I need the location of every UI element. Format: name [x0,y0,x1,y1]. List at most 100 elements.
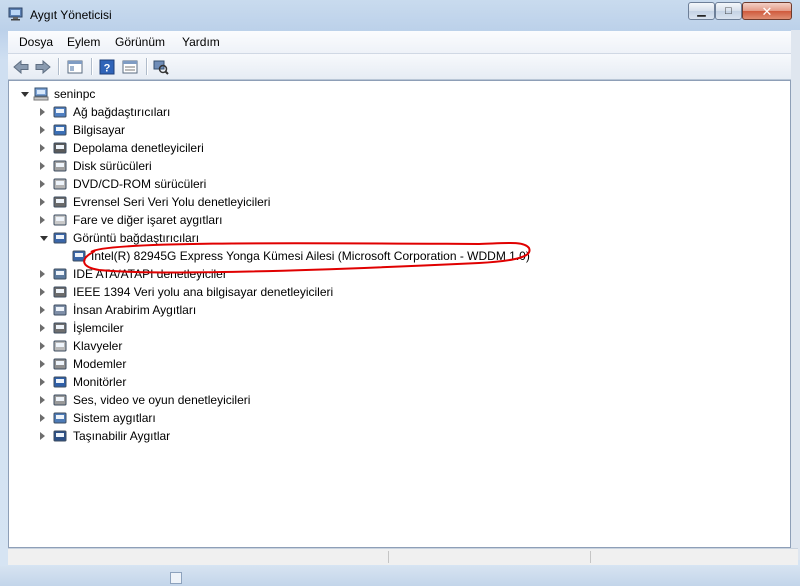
toolbar: ? [8,54,798,80]
display-device-icon [71,248,87,264]
expand-arrow-icon[interactable] [40,396,45,404]
window-edge-scrollbar [791,30,800,560]
minimize-button[interactable]: ▁ [688,2,715,20]
tree-category[interactable]: Ses, video ve oyun denetleyicileri [9,391,789,409]
menu-file[interactable]: Dosya [19,35,53,49]
expand-arrow-icon[interactable] [40,270,45,278]
device-manager-app-icon [8,7,24,21]
tree-category-label: DVD/CD-ROM sürücüleri [73,177,207,191]
device-tree[interactable]: seninpc Ağ bağdaştırıcıları Bilgisayar Depo… [8,80,791,548]
tree-category-label: Fare ve diğer işaret aygıtları [73,213,223,227]
expand-arrow-icon[interactable] [40,360,45,368]
toolbar-separator [91,58,93,75]
hid-icon [52,302,68,318]
close-icon: ✕ [761,3,773,19]
tree-category[interactable]: Ağ bağdaştırıcıları [9,103,789,121]
device-manager-window: Aygıt Yöneticisi ▁ □ ✕ Dosya Eylem Görün… [0,0,800,586]
tree-category[interactable]: Depolama denetleyicileri [9,139,789,157]
sound-icon [52,392,68,408]
monitor-icon [52,374,68,390]
tree-category-label: Ses, video ve oyun denetleyicileri [73,393,251,407]
console-tree-icon[interactable] [65,57,85,76]
tree-category[interactable]: İnsan Arabirim Aygıtları [9,301,789,319]
expand-arrow-icon[interactable] [40,144,45,152]
collapse-arrow-icon[interactable] [21,92,29,97]
tree-category-label: IDE ATA/ATAPI denetleyiciler [73,267,227,281]
tree-category[interactable]: Taşınabilir Aygıtlar [9,427,789,445]
processor-icon [52,320,68,336]
keyboard-icon [52,338,68,354]
expand-arrow-icon[interactable] [40,432,45,440]
back-icon[interactable] [11,57,31,76]
expand-arrow-icon[interactable] [40,288,45,296]
tree-category[interactable]: IDE ATA/ATAPI denetleyiciler [9,265,789,283]
title-bar[interactable]: Aygıt Yöneticisi ▁ □ ✕ [0,0,800,30]
window-title: Aygıt Yöneticisi [30,8,112,22]
ieee1394-icon [52,284,68,300]
tree-category[interactable]: Monitörler [9,373,789,391]
status-segment [390,551,591,563]
tree-root-computer[interactable]: seninpc [9,85,789,103]
display-adapter-icon [52,230,68,246]
forward-icon[interactable] [33,57,53,76]
scan-hardware-icon[interactable] [151,57,171,76]
expand-arrow-icon[interactable] [40,108,45,116]
tree-category[interactable]: Fare ve diğer işaret aygıtları [9,211,789,229]
tree-category-label: Disk sürücüleri [73,159,152,173]
tree-category-label: Evrensel Seri Veri Yolu denetleyicileri [73,195,271,209]
tree-category[interactable]: DVD/CD-ROM sürücüleri [9,175,789,193]
mouse-icon [52,212,68,228]
properties-icon[interactable] [120,57,140,76]
expand-arrow-icon[interactable] [40,306,45,314]
usb-controller-icon [52,194,68,210]
status-segment [8,551,389,563]
tree-category[interactable]: Bilgisayar [9,121,789,139]
close-button[interactable]: ✕ [742,2,792,20]
expand-arrow-icon[interactable] [40,126,45,134]
tree-category-label: İşlemciler [73,321,124,335]
status-bar [8,548,798,565]
tree-root-label: seninpc [54,87,96,101]
tree-category[interactable]: Disk sürücüleri [9,157,789,175]
tree-category-label: Depolama denetleyicileri [73,141,204,155]
toolbar-separator [58,58,60,75]
menu-view[interactable]: Görünüm [115,35,165,49]
toolbar-separator [146,58,148,75]
tree-category-label: IEEE 1394 Veri yolu ana bilgisayar denet… [73,285,334,299]
tree-category[interactable]: İşlemciler [9,319,789,337]
menu-help[interactable]: Yardım [182,35,220,49]
tree-category[interactable]: Sistem aygıtları [9,409,789,427]
minimize-icon: ▁ [697,4,706,17]
expand-arrow-icon[interactable] [40,342,45,350]
computer-root-icon [33,86,49,102]
tree-category[interactable]: Klavyeler [9,337,789,355]
storage-controller-icon [52,140,68,156]
expand-arrow-icon[interactable] [40,162,45,170]
tree-category[interactable]: Görüntü bağdaştırıcıları [9,229,789,247]
collapse-arrow-icon[interactable] [40,236,48,241]
expand-arrow-icon[interactable] [40,414,45,422]
tree-category-label: Klavyeler [73,339,123,353]
expand-arrow-icon[interactable] [40,180,45,188]
computer-icon [52,122,68,138]
tree-category-label: Taşınabilir Aygıtlar [73,429,171,443]
tree-category-label: Sistem aygıtları [73,411,156,425]
menu-action[interactable]: Eylem [67,35,100,49]
dvd-drive-icon [52,176,68,192]
tree-device-item[interactable]: Intel(R) 82945G Express Yonga Kümesi Ail… [9,247,789,265]
modem-icon [52,356,68,372]
maximize-button[interactable]: □ [715,2,742,20]
expand-arrow-icon[interactable] [40,378,45,386]
expand-arrow-icon[interactable] [40,198,45,206]
expand-arrow-icon[interactable] [40,324,45,332]
tree-category[interactable]: IEEE 1394 Veri yolu ana bilgisayar denet… [9,283,789,301]
network-adapter-icon [52,104,68,120]
disk-drive-icon [52,158,68,174]
ide-controller-icon [52,266,68,282]
menu-bar: Dosya Eylem Görünüm Yardım [8,31,798,54]
tree-category[interactable]: Modemler [9,355,789,373]
help-icon[interactable]: ? [97,57,117,76]
expand-arrow-icon[interactable] [40,216,45,224]
tree-category-label: İnsan Arabirim Aygıtları [73,303,197,317]
tree-category[interactable]: Evrensel Seri Veri Yolu denetleyicileri [9,193,789,211]
